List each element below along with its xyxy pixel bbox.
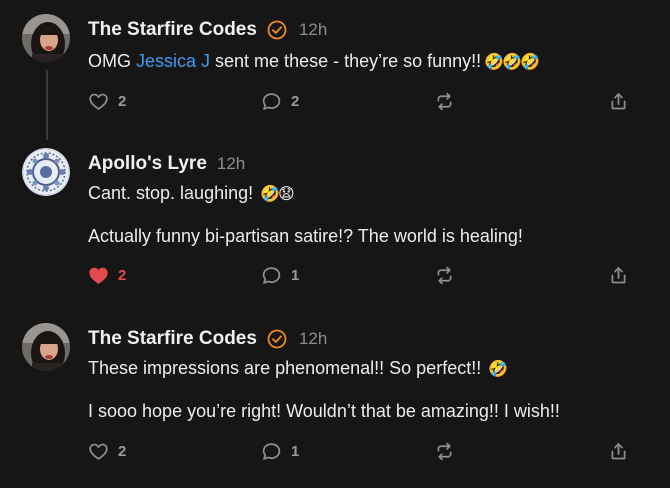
repost-icon xyxy=(434,265,455,286)
repost-icon xyxy=(434,441,455,462)
post-text: Cant. stop. laughing! 🤣😧 xyxy=(88,183,295,204)
heart-icon xyxy=(88,441,109,462)
heart-icon xyxy=(88,91,109,112)
like-count: 2 xyxy=(118,266,127,284)
emoji-group: 🤣 xyxy=(488,359,508,378)
post-text: I sooo hope you’re right! Wouldn’t that … xyxy=(88,401,560,421)
avatar[interactable] xyxy=(22,148,70,196)
reply-button[interactable]: 2 xyxy=(261,89,299,113)
reply-bubble-icon xyxy=(261,91,282,112)
repost-button[interactable] xyxy=(434,89,455,113)
post-actions: 2 1 xyxy=(88,263,648,287)
emoji-group: 🤣😧 xyxy=(260,184,295,203)
reply-count: 2 xyxy=(291,92,300,110)
repost-icon xyxy=(434,91,455,112)
reply-count: 1 xyxy=(291,442,300,460)
verified-badge-icon xyxy=(267,329,287,349)
share-icon xyxy=(608,265,629,286)
reply-button[interactable]: 1 xyxy=(261,263,299,287)
post-timestamp[interactable]: 12h xyxy=(217,154,245,174)
post-text: OMG Jessica J sent me these - they’re so… xyxy=(88,51,540,72)
post-text-segment: sent me these - they’re so funny!! xyxy=(210,51,482,71)
post-text-segment: These impressions are phenomenal!! So pe… xyxy=(88,358,482,378)
like-button[interactable]: 2 xyxy=(88,89,126,113)
thread-line xyxy=(46,70,48,140)
verified-badge-icon xyxy=(267,20,287,40)
emoji-group: 🤣🤣🤣 xyxy=(484,52,540,71)
reply-bubble-icon xyxy=(261,265,282,286)
author-name[interactable]: Apollo's Lyre xyxy=(88,153,207,175)
post-timestamp[interactable]: 12h xyxy=(299,20,327,40)
repost-button[interactable] xyxy=(434,439,455,463)
like-count: 2 xyxy=(118,442,127,460)
share-button[interactable] xyxy=(608,263,629,287)
reply-button[interactable]: 1 xyxy=(261,439,299,463)
share-icon xyxy=(608,91,629,112)
post-text: These impressions are phenomenal!! So pe… xyxy=(88,358,508,379)
avatar[interactable] xyxy=(22,14,70,62)
like-button[interactable]: 2 xyxy=(88,263,126,287)
heart-icon xyxy=(88,265,109,286)
reply-bubble-icon xyxy=(261,441,282,462)
share-icon xyxy=(608,441,629,462)
author-name[interactable]: The Starfire Codes xyxy=(88,19,257,41)
post-actions: 2 1 xyxy=(88,439,648,463)
share-button[interactable] xyxy=(608,439,629,463)
author-name[interactable]: The Starfire Codes xyxy=(88,328,257,350)
share-button[interactable] xyxy=(608,89,629,113)
post-actions: 2 2 xyxy=(88,89,648,113)
post-text-segment: OMG xyxy=(88,51,136,71)
like-count: 2 xyxy=(118,92,127,110)
post-text: Actually funny bi-partisan satire!? The … xyxy=(88,226,523,246)
post-timestamp[interactable]: 12h xyxy=(299,329,327,349)
reply-count: 1 xyxy=(291,266,300,284)
repost-button[interactable] xyxy=(434,263,455,287)
post-text-segment: Cant. stop. laughing! xyxy=(88,183,254,203)
mention-link[interactable]: Jessica J xyxy=(136,51,210,71)
like-button[interactable]: 2 xyxy=(88,439,126,463)
avatar[interactable] xyxy=(22,323,70,371)
